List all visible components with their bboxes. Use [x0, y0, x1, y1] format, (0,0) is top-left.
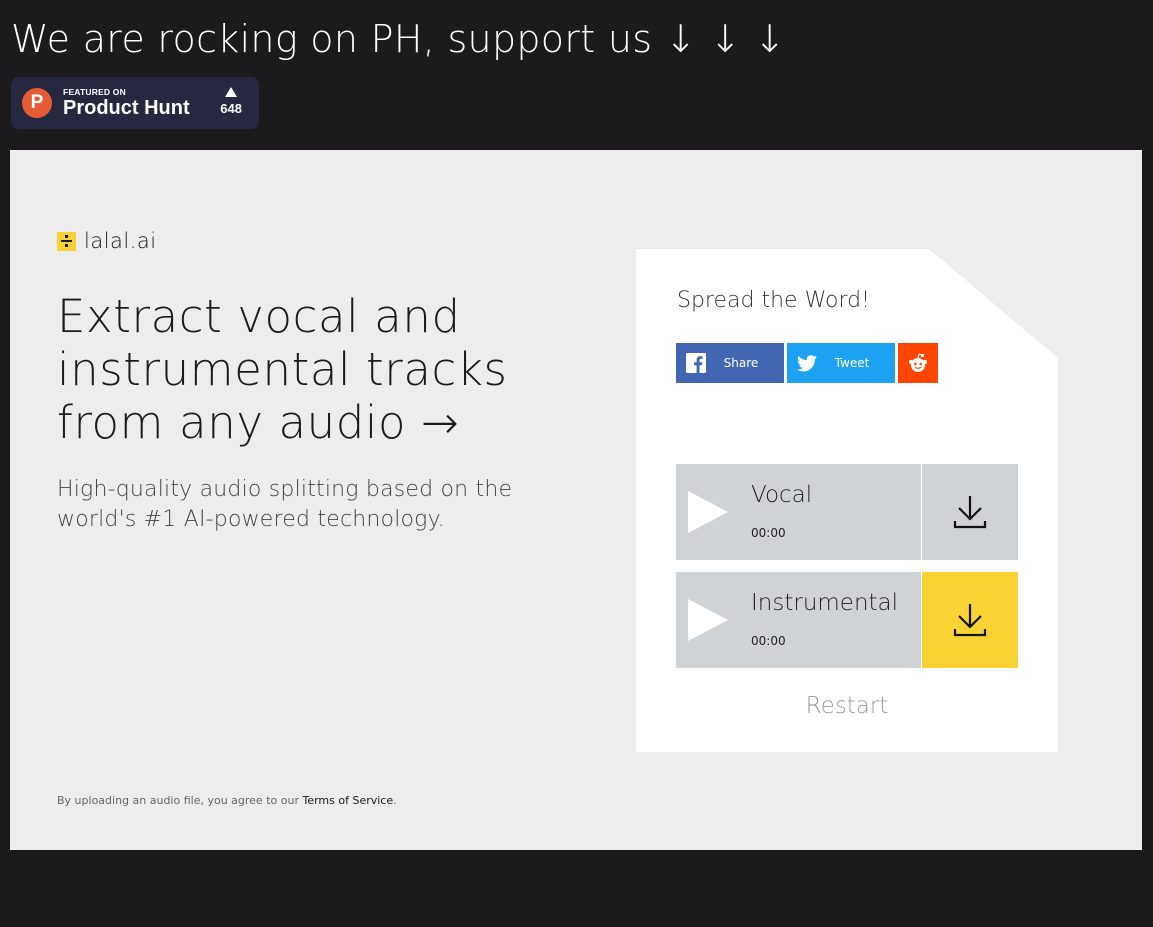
reddit-icon — [909, 353, 927, 372]
download-icon — [953, 604, 987, 637]
track-time: 00:00 — [751, 634, 786, 648]
terms-of-service-link[interactable]: Terms of Service — [302, 794, 393, 807]
hero-headline[interactable]: Extract vocal and instrumental tracks fr… — [57, 290, 577, 449]
vocal-download-button[interactable] — [922, 464, 1018, 560]
twitter-icon — [797, 354, 817, 371]
restart-button[interactable]: Restart — [636, 693, 1058, 719]
support-banner: We are rocking on PH, support us ↓ ↓ ↓ — [11, 17, 786, 61]
divide-icon — [57, 231, 76, 251]
instrumental-player[interactable]: Instrumental 00:00 — [676, 572, 921, 668]
track-name: Vocal — [751, 482, 813, 508]
share-buttons: Share Tweet — [676, 343, 938, 383]
brand-logo[interactable]: lalal.ai — [57, 229, 157, 253]
app-panel: lalal.ai Extract vocal and instrumental … — [10, 150, 1142, 850]
play-icon[interactable] — [688, 599, 728, 641]
product-hunt-badge[interactable]: P FEATURED ON Product Hunt 648 — [11, 77, 259, 129]
terms-notice: By uploading an audio file, you agree to… — [57, 794, 397, 807]
share-label: Share — [723, 356, 759, 370]
result-card: Spread the Word! Share Tweet Vocal 00:00… — [636, 249, 1058, 752]
play-icon[interactable] — [688, 491, 728, 533]
track-instrumental: Instrumental 00:00 — [676, 572, 1018, 668]
instrumental-download-button[interactable] — [922, 572, 1018, 668]
facebook-share-button[interactable]: Share — [676, 343, 784, 383]
terms-suffix: . — [393, 794, 397, 807]
featured-label: FEATURED ON — [63, 87, 126, 97]
twitter-tweet-button[interactable]: Tweet — [787, 343, 895, 383]
reddit-share-button[interactable] — [898, 343, 938, 383]
product-hunt-text: FEATURED ON Product Hunt — [63, 87, 190, 119]
track-name: Instrumental — [751, 590, 899, 616]
upvote-triangle-icon — [225, 87, 238, 97]
vote-count: 648 — [220, 101, 242, 116]
terms-prefix: By uploading an audio file, you agree to… — [57, 794, 303, 807]
track-vocal: Vocal 00:00 — [676, 464, 1018, 560]
upvote-counter: 648 — [220, 87, 242, 116]
product-hunt-logo-icon: P — [22, 88, 52, 118]
spread-title: Spread the Word! — [677, 288, 870, 313]
vocal-player[interactable]: Vocal 00:00 — [676, 464, 921, 560]
tweet-label: Tweet — [834, 356, 870, 370]
hero-subline: High-quality audio splitting based on th… — [57, 477, 513, 532]
download-icon — [953, 496, 987, 529]
track-time: 00:00 — [751, 526, 786, 540]
product-hunt-name: Product Hunt — [63, 97, 190, 119]
facebook-icon — [686, 353, 706, 373]
brand-name: lalal.ai — [84, 229, 157, 253]
